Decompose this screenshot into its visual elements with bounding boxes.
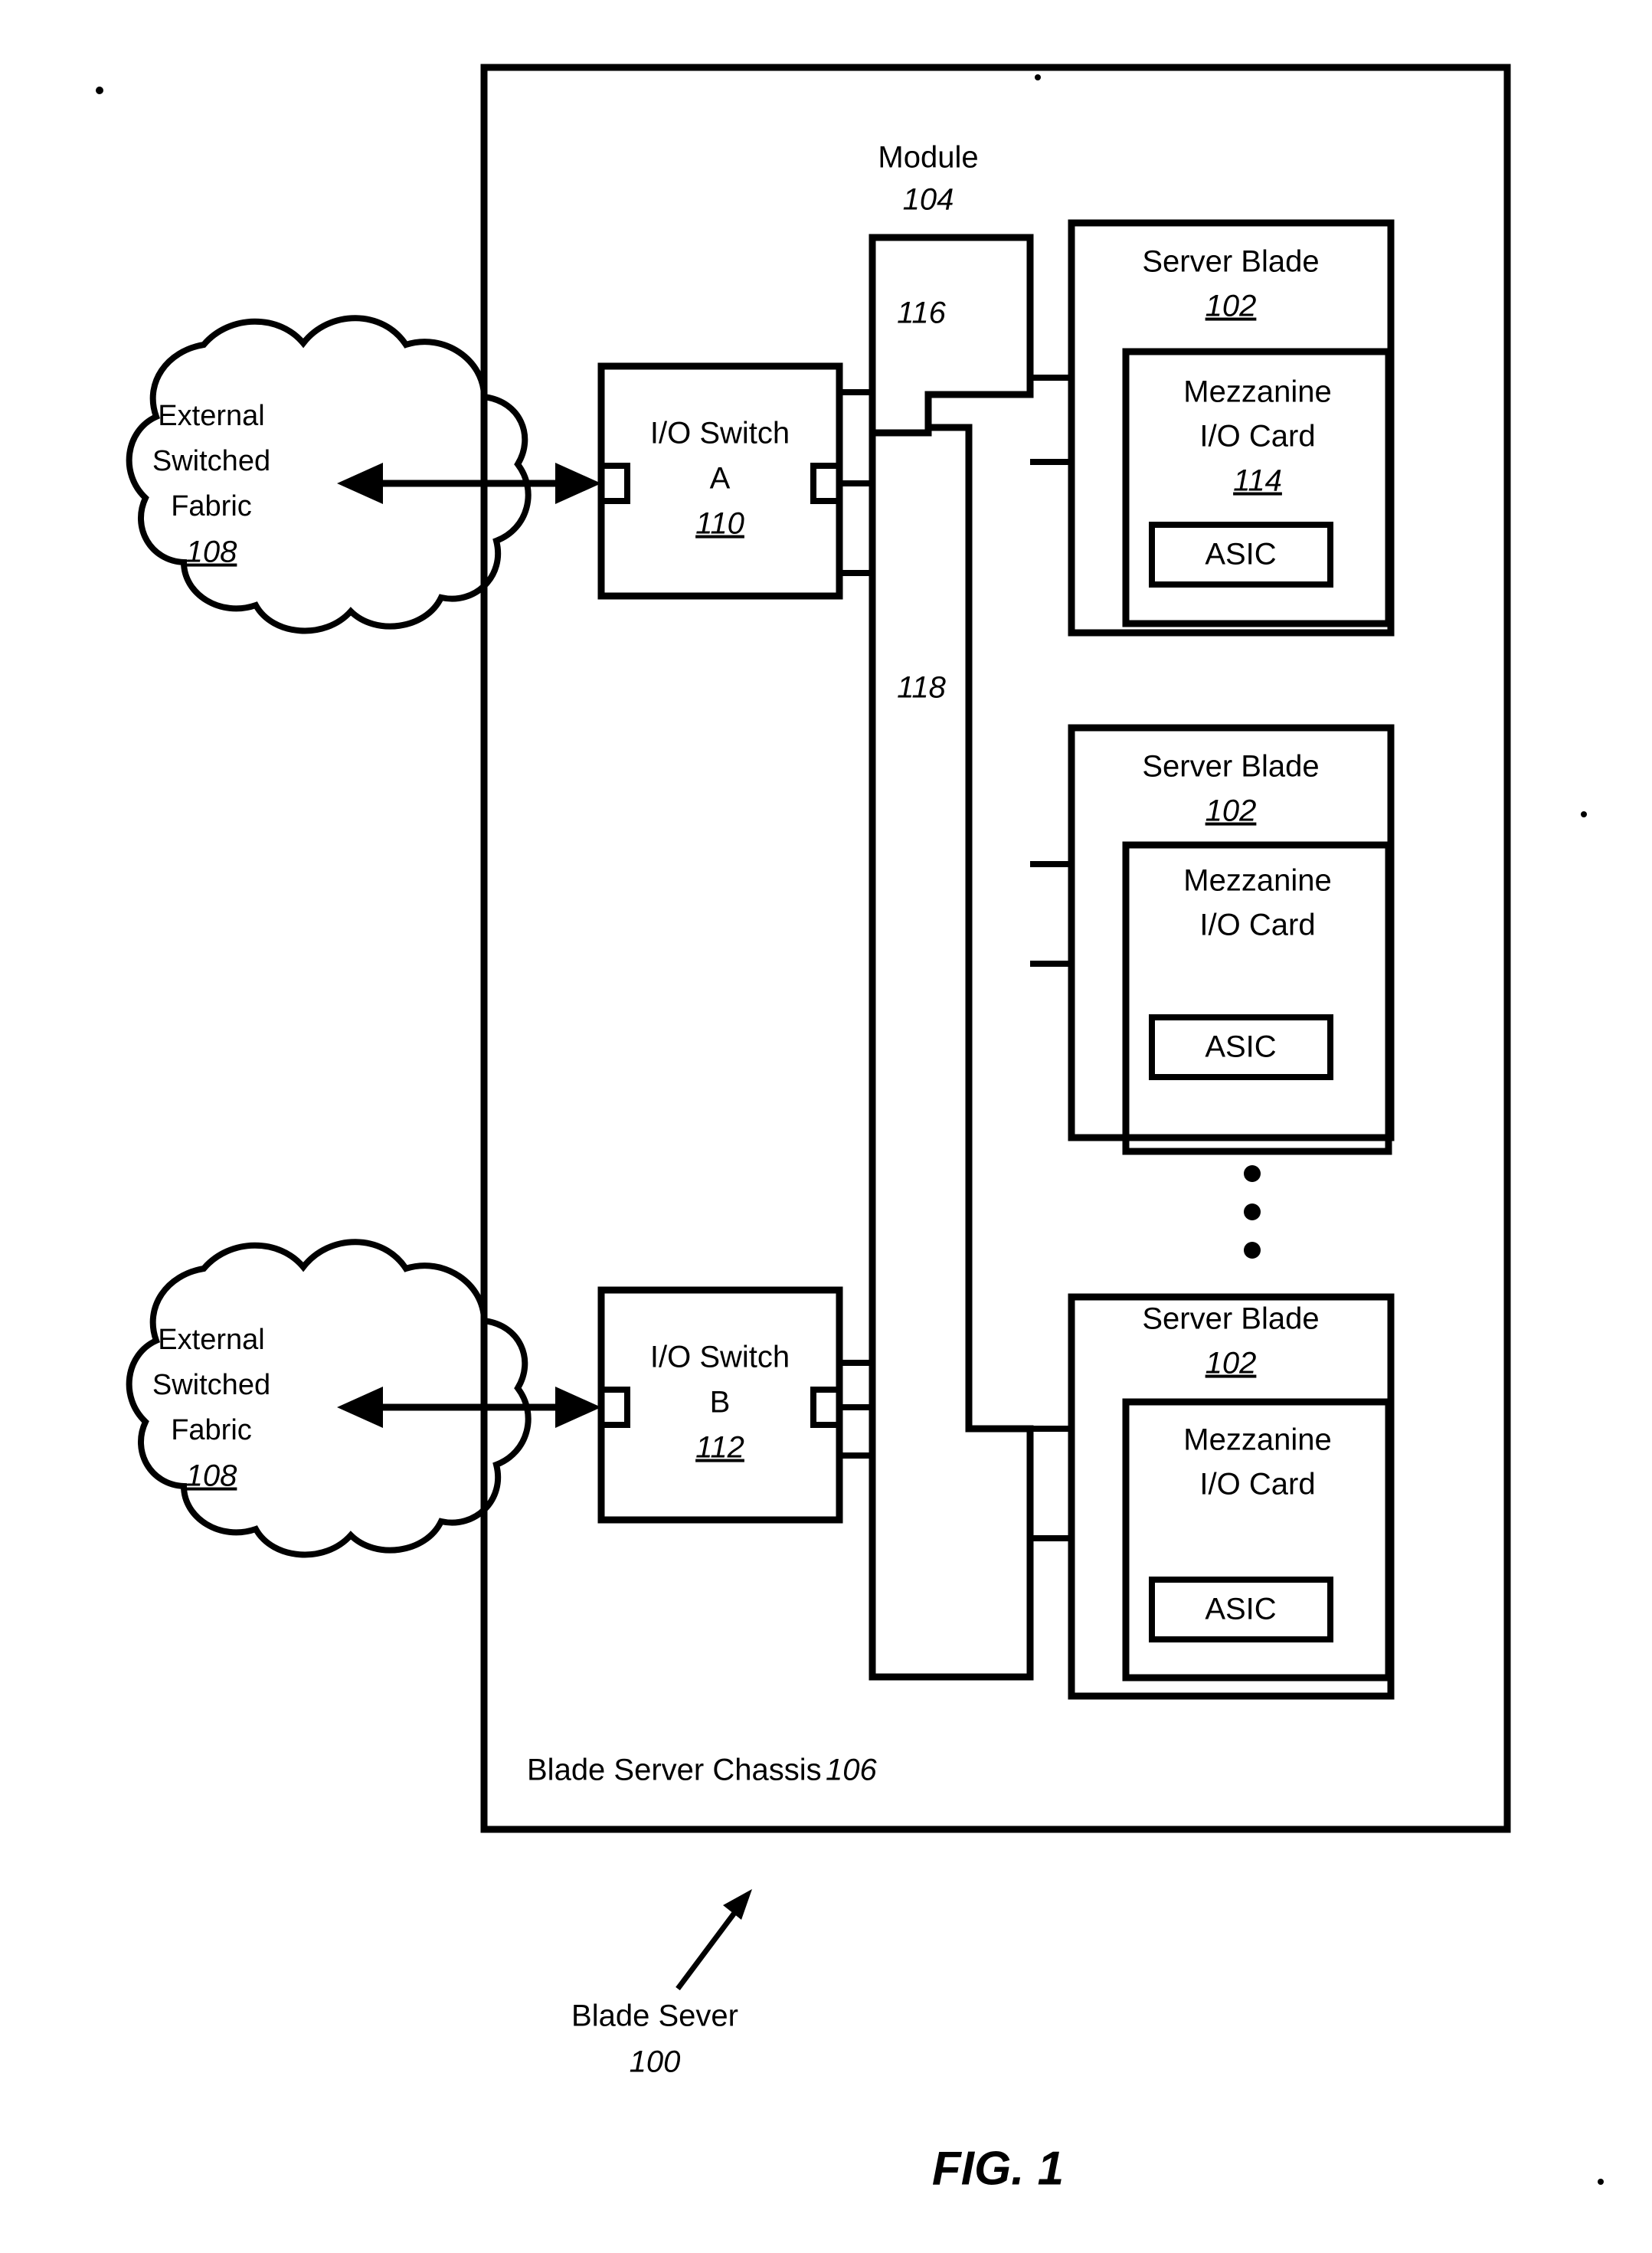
io-switch-a-label-line2: A [710, 462, 731, 496]
server-blade-title-1: Server Blade [1142, 245, 1319, 279]
fabric-top-ref: 108 [186, 535, 237, 569]
mezzanine-card-line1-2: Mezzanine [1183, 864, 1331, 898]
mezzanine-card-ref-1: 114 [1233, 464, 1282, 498]
blade-server-chassis-box [480, 64, 1511, 1833]
blade-server-callout-label: Blade Sever [571, 1999, 738, 2033]
scan-artifact-dot [96, 87, 103, 94]
fabric-bottom-line1: External [158, 1324, 264, 1356]
server-blade-title-2: Server Blade [1142, 750, 1319, 784]
chassis-ref: 106 [826, 1754, 877, 1787]
io-switch-b-label-line1: I/O Switch [650, 1341, 790, 1374]
server-blade-ref-1: 102 [1205, 290, 1257, 323]
mezzanine-card-line2-2: I/O Card [1199, 909, 1315, 942]
io-switch-b-internal-port[interactable] [810, 1387, 842, 1428]
scan-artifact-dot [1035, 74, 1041, 80]
server-blade-ref-2: 102 [1205, 794, 1257, 828]
blade-server-callout: Blade Sever 100 [571, 1889, 752, 2079]
asic-label-2: ASIC [1205, 1030, 1276, 1064]
asic-label-1: ASIC [1205, 538, 1276, 571]
vertical-ellipsis [1244, 1165, 1261, 1259]
io-switch-b-ref: 112 [695, 1431, 744, 1465]
io-switch-b-external-port[interactable] [598, 1387, 630, 1428]
module-upper-channel-outline [869, 234, 1034, 437]
mezzanine-card-line1-1: Mezzanine [1183, 375, 1331, 409]
mezzanine-card-line2-1: I/O Card [1199, 420, 1315, 454]
io-switch-a-label-line1: I/O Switch [650, 417, 790, 450]
module-lower-channel-ref: 118 [897, 671, 947, 705]
module-ref: 104 [903, 183, 954, 217]
mezzanine-card-line2-3: I/O Card [1199, 1468, 1315, 1501]
server-blade-ref-3: 102 [1205, 1347, 1257, 1380]
fabric-top-line3: Fabric [171, 490, 252, 522]
external-switched-fabric-bottom: External Switched Fabric 108 [126, 1239, 532, 1558]
server-blade-title-3: Server Blade [1142, 1302, 1319, 1336]
external-switched-fabric-top: External Switched Fabric 108 [126, 315, 532, 634]
module-trunk-outline [869, 395, 1034, 1681]
blade-server-callout-ref: 100 [630, 2045, 681, 2079]
module-label: Module [878, 141, 978, 175]
fabric-top-switch-a-link [337, 463, 601, 504]
blade-server-diagram: Blade Server Chassis 106 Module 104 116 … [96, 64, 1604, 2195]
mezzanine-card-line1-3: Mezzanine [1183, 1423, 1331, 1457]
fabric-top-line2: Switched [152, 445, 270, 477]
scan-artifact-dot [1598, 2179, 1604, 2185]
figure-caption: FIG. 1 [932, 2142, 1064, 2195]
io-switch-a-internal-port[interactable] [810, 463, 842, 504]
fabric-bottom-line2: Switched [152, 1369, 270, 1401]
module-upper-channel-ref: 116 [897, 296, 947, 330]
fabric-top-line1: External [158, 400, 264, 432]
io-switch-b-label-line2: B [710, 1386, 731, 1420]
patent-figure: Blade Server Chassis 106 Module 104 116 … [0, 0, 1652, 2253]
io-switch-a-ref: 110 [695, 507, 744, 541]
fabric-bottom-ref: 108 [186, 1459, 237, 1493]
scan-artifact-dot [1581, 811, 1587, 817]
io-switch-a-external-port[interactable] [598, 463, 630, 504]
fabric-bottom-switch-b-link [337, 1387, 601, 1428]
chassis-label: Blade Server Chassis [527, 1754, 822, 1787]
asic-label-3: ASIC [1205, 1593, 1276, 1626]
fabric-bottom-line3: Fabric [171, 1414, 252, 1446]
